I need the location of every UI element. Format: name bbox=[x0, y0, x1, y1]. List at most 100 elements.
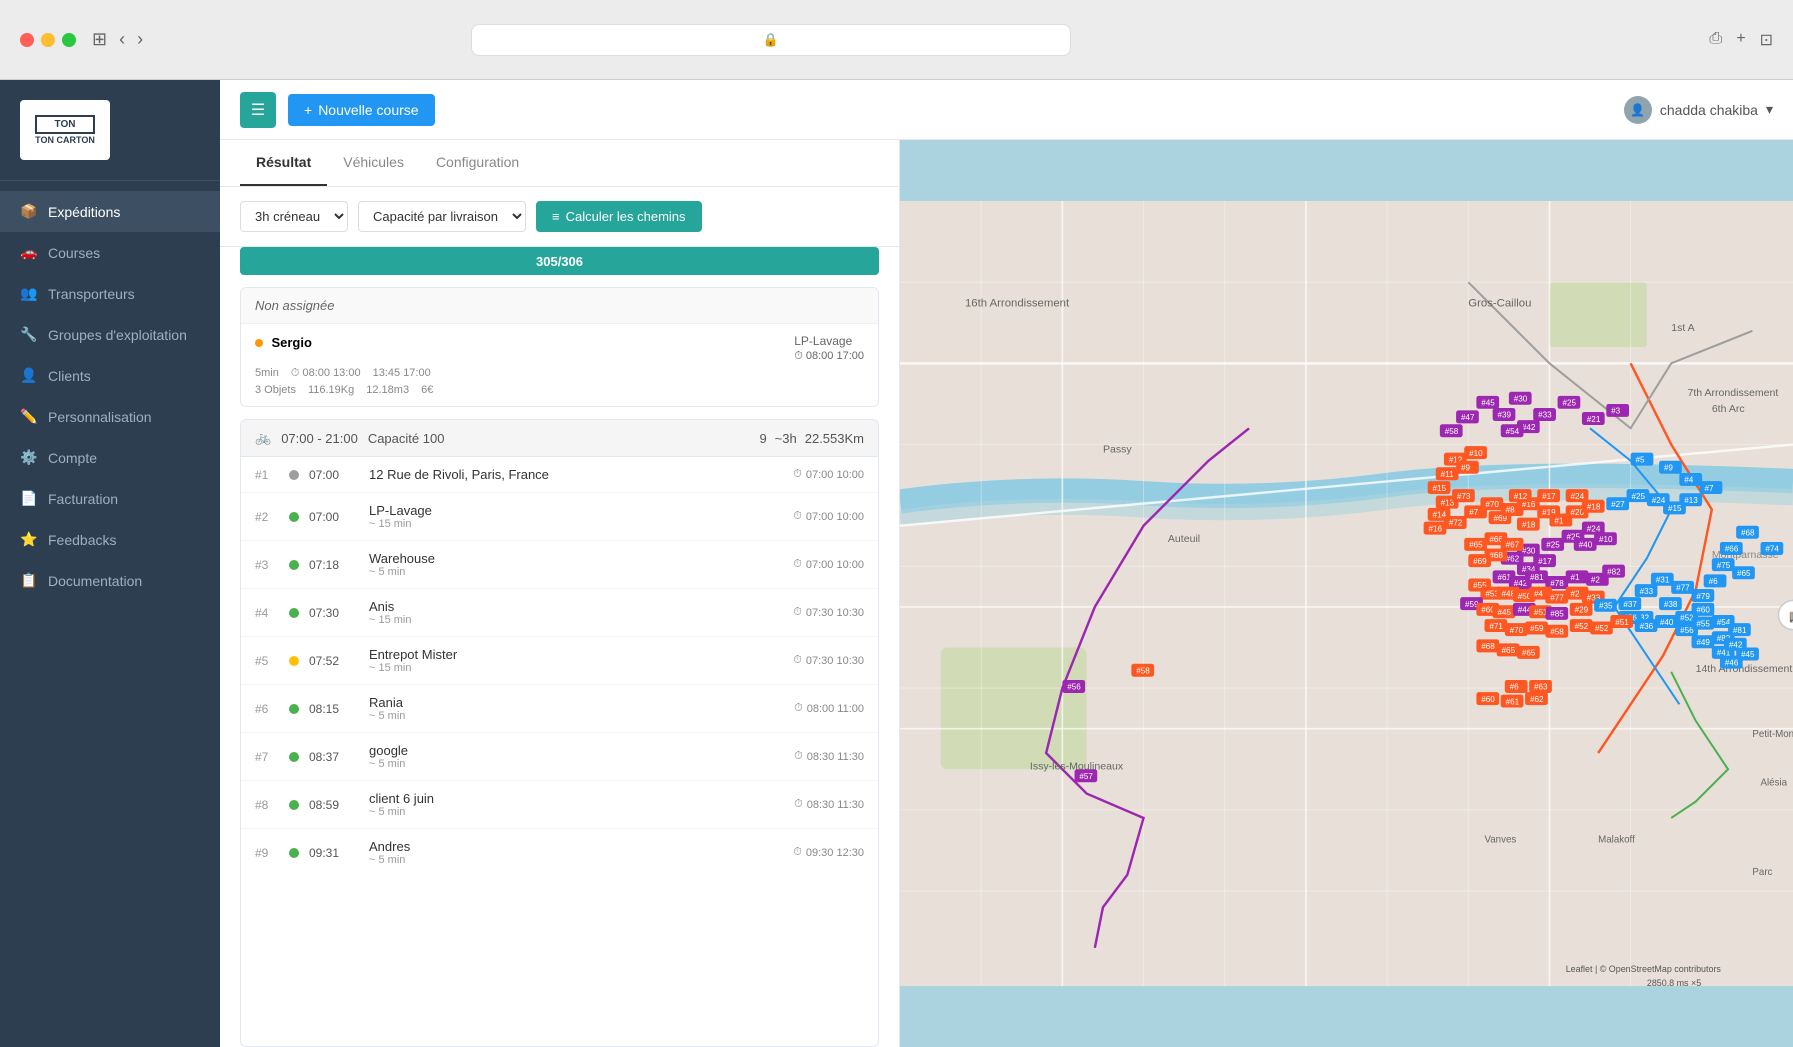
svg-text:Petit-Mont: Petit-Mont bbox=[1752, 729, 1793, 740]
capacity-select[interactable]: Capacité par livraisonCapacité totale bbox=[358, 201, 526, 232]
new-course-label: Nouvelle course bbox=[318, 102, 418, 118]
address-bar[interactable]: 🔒 bbox=[471, 24, 1071, 56]
distance: 22.553Km bbox=[805, 431, 864, 446]
table-row[interactable]: #4 07:30 Anis ~ 15 min ⏱ 07:30 10:30 bbox=[241, 589, 878, 637]
svg-text:Passy: Passy bbox=[1103, 444, 1132, 456]
stop-dot bbox=[289, 512, 299, 522]
svg-text:#63: #63 bbox=[1534, 683, 1548, 692]
sidebar-item-label: Compte bbox=[48, 450, 97, 466]
sidebar-item-clients[interactable]: 👤 Clients bbox=[0, 355, 220, 396]
stop-time: 09:31 bbox=[309, 846, 359, 860]
svg-text:#10: #10 bbox=[1599, 535, 1613, 544]
na-weight: 116.19Kg bbox=[308, 384, 354, 396]
sidebar-item-courses[interactable]: 🚗 Courses bbox=[0, 232, 220, 273]
svg-text:#9: #9 bbox=[1461, 464, 1471, 473]
na-details2: 3 Objets 116.19Kg 12.18m3 6€ bbox=[255, 384, 864, 396]
sidebar-item-facturation[interactable]: 📄 Facturation bbox=[0, 478, 220, 519]
calculate-label: Calculer les chemins bbox=[566, 209, 686, 224]
stop-window: ⏱ 07:30 10:30 bbox=[793, 606, 864, 619]
tab-configuration[interactable]: Configuration bbox=[420, 140, 535, 186]
route-hours: 07:00 - 21:00 bbox=[281, 431, 358, 446]
svg-text:#55: #55 bbox=[1696, 619, 1710, 628]
sidebar-item-feedbacks[interactable]: ⭐ Feedbacks bbox=[0, 519, 220, 560]
menu-button[interactable]: ☰ bbox=[240, 92, 276, 128]
add-tab-icon[interactable]: + bbox=[1736, 30, 1745, 50]
stops-count: 9 bbox=[759, 431, 766, 446]
browser-nav: ⊞ ‹ › bbox=[92, 29, 143, 50]
progress-bar: 305/306 bbox=[240, 247, 879, 275]
compte-icon: ⚙️ bbox=[20, 449, 38, 466]
close-button[interactable] bbox=[20, 33, 34, 47]
stop-window: ⏱ 07:00 10:00 bbox=[793, 468, 864, 481]
sidebar-item-groupes[interactable]: 🔧 Groupes d'exploitation bbox=[0, 314, 220, 355]
svg-text:#47: #47 bbox=[1461, 413, 1475, 422]
tab-vehicules[interactable]: Véhicules bbox=[327, 140, 420, 186]
sidebar-item-transporteurs[interactable]: 👥 Transporteurs bbox=[0, 273, 220, 314]
svg-text:Leaflet | © OpenStreetMap cont: Leaflet | © OpenStreetMap contributors bbox=[1566, 964, 1722, 974]
stop-number: #9 bbox=[255, 846, 279, 860]
stop-window: ⏱ 07:00 10:00 bbox=[793, 510, 864, 523]
stop-name: LP-Lavage bbox=[369, 503, 783, 518]
new-course-button[interactable]: + Nouvelle course bbox=[288, 94, 435, 126]
left-panel: Résultat Véhicules Configuration 3h crén… bbox=[220, 140, 900, 1047]
stop-name-wrap: Rania ~ 5 min bbox=[369, 695, 784, 722]
sidebar-toggle-icon[interactable]: ⊡ bbox=[1760, 30, 1773, 50]
svg-text:#49: #49 bbox=[1696, 638, 1710, 647]
svg-text:#65: #65 bbox=[1522, 649, 1536, 658]
stop-number: #1 bbox=[255, 468, 279, 482]
table-row[interactable]: #1 07:00 12 Rue de Rivoli, Paris, France… bbox=[241, 457, 878, 493]
maximize-button[interactable] bbox=[62, 33, 76, 47]
route-header: 🚲 07:00 - 21:00 Capacité 100 9 ~3h 22.55… bbox=[241, 420, 878, 457]
slot-select[interactable]: 3h créneau2h créneau1h créneau bbox=[240, 201, 348, 232]
svg-text:#7: #7 bbox=[1469, 508, 1479, 517]
svg-text:#74: #74 bbox=[1765, 545, 1779, 554]
table-row[interactable]: #7 08:37 google ~ 5 min ⏱ 08:30 11:30 bbox=[241, 733, 878, 781]
content-area: Résultat Véhicules Configuration 3h crén… bbox=[220, 140, 1793, 1047]
sidebar-item-compte[interactable]: ⚙️ Compte bbox=[0, 437, 220, 478]
stop-window: ⏱ 08:00 11:00 bbox=[794, 702, 864, 715]
svg-text:#69: #69 bbox=[1473, 557, 1487, 566]
svg-text:#33: #33 bbox=[1640, 587, 1654, 596]
forward-icon[interactable]: › bbox=[137, 29, 143, 50]
table-row[interactable]: #9 09:31 Andres ~ 5 min ⏱ 09:30 12:30 bbox=[241, 829, 878, 876]
sidebar-item-documentation[interactable]: 📋 Documentation bbox=[0, 560, 220, 601]
table-row[interactable]: #8 08:59 client 6 juin ~ 5 min ⏱ 08:30 1… bbox=[241, 781, 878, 829]
svg-text:#66: #66 bbox=[1725, 545, 1739, 554]
svg-text:#85: #85 bbox=[1550, 610, 1564, 619]
user-name: chadda chakiba bbox=[1660, 102, 1758, 118]
table-row[interactable]: #6 08:15 Rania ~ 5 min ⏱ 08:00 11:00 bbox=[241, 685, 878, 733]
map-area[interactable]: 16th Arrondissement Gros-Caillou 1st A 6… bbox=[900, 140, 1793, 1047]
stop-name: Rania bbox=[369, 695, 784, 710]
svg-text:#25: #25 bbox=[1562, 399, 1576, 408]
svg-text:#58: #58 bbox=[1136, 666, 1150, 675]
svg-text:#68: #68 bbox=[1741, 528, 1755, 537]
non-assignee-section: Non assignée Sergio LP-Lavage ⏱ 08:00 17… bbox=[240, 287, 879, 407]
stop-name: 12 Rue de Rivoli, Paris, France bbox=[369, 467, 783, 482]
sidebar-item-expeditions[interactable]: 📦 Expéditions bbox=[0, 191, 220, 232]
user-info[interactable]: 👤 chadda chakiba ▾ bbox=[1624, 96, 1773, 124]
back-icon[interactable]: ‹ bbox=[119, 29, 125, 50]
stop-sub: ~ 5 min bbox=[369, 566, 783, 578]
non-assignee-item[interactable]: Sergio LP-Lavage ⏱ 08:00 17:00 5min ⏱ 08… bbox=[241, 323, 878, 406]
tab-resultat[interactable]: Résultat bbox=[240, 140, 327, 186]
stop-name-wrap: Andres ~ 5 min bbox=[369, 839, 783, 866]
stop-number: #5 bbox=[255, 654, 279, 668]
table-row[interactable]: #2 07:00 LP-Lavage ~ 15 min ⏱ 07:00 10:0… bbox=[241, 493, 878, 541]
svg-text:#57: #57 bbox=[1079, 772, 1093, 781]
minimize-button[interactable] bbox=[41, 33, 55, 47]
calculate-button[interactable]: ≡ Calculer les chemins bbox=[536, 201, 702, 232]
na-price: 6€ bbox=[421, 384, 433, 396]
svg-text:#54: #54 bbox=[1506, 427, 1520, 436]
share-icon[interactable]: ⎙ bbox=[1709, 30, 1722, 50]
svg-text:#38: #38 bbox=[1664, 600, 1678, 609]
stop-name-wrap: Warehouse ~ 5 min bbox=[369, 551, 783, 578]
na-schedule2: 13:45 17:00 bbox=[373, 367, 431, 380]
stop-window: ⏱ 07:00 10:00 bbox=[793, 558, 864, 571]
svg-text:#33: #33 bbox=[1538, 411, 1552, 420]
table-row[interactable]: #3 07:18 Warehouse ~ 5 min ⏱ 07:00 10:00 bbox=[241, 541, 878, 589]
sidebar-item-personnalisation[interactable]: ✏️ Personnalisation bbox=[0, 396, 220, 437]
table-row[interactable]: #5 07:52 Entrepot Mister ~ 15 min ⏱ 07:3… bbox=[241, 637, 878, 685]
svg-text:#77: #77 bbox=[1550, 593, 1564, 602]
stop-name-wrap: 12 Rue de Rivoli, Paris, France bbox=[369, 467, 783, 482]
svg-text:#10: #10 bbox=[1469, 449, 1483, 458]
